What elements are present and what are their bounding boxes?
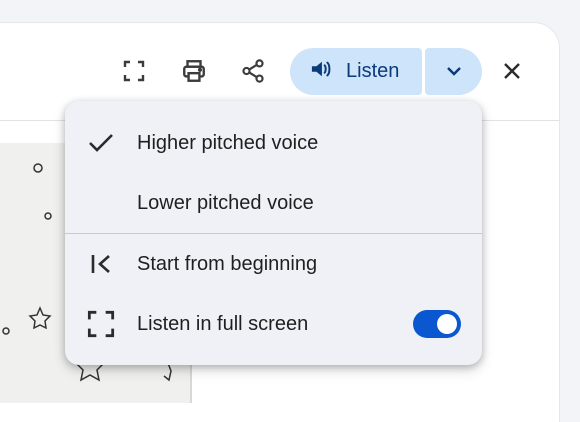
fullscreen-toggle[interactable] [413, 310, 461, 338]
check-icon [85, 127, 117, 159]
chevron-down-icon [446, 63, 462, 81]
skip-to-start-icon [85, 248, 117, 280]
listen-options-dropdown[interactable] [425, 48, 482, 95]
menu-item-lower-pitched-voice[interactable]: Lower pitched voice [65, 178, 482, 228]
menu-item-label: Listen in full screen [137, 312, 309, 335]
speaker-icon [310, 59, 332, 84]
print-icon[interactable] [176, 53, 212, 89]
fullscreen-icon [85, 308, 117, 340]
menu-item-start-from-beginning[interactable]: Start from beginning [65, 239, 482, 289]
menu-item-listen-in-full-screen[interactable]: Listen in full screen [65, 299, 482, 349]
listen-options-menu: Higher pitched voice Lower pitched voice… [65, 101, 482, 365]
close-icon[interactable] [494, 53, 530, 89]
share-icon[interactable] [235, 53, 271, 89]
menu-item-label: Start from beginning [137, 252, 318, 275]
menu-item-higher-pitched-voice[interactable]: Higher pitched voice [65, 118, 482, 168]
listen-button[interactable]: Listen [290, 48, 422, 95]
toggle-knob [437, 314, 457, 334]
fullscreen-icon[interactable] [116, 53, 152, 89]
menu-item-label: Higher pitched voice [137, 131, 319, 154]
listen-label: Listen [346, 60, 400, 82]
menu-divider [65, 233, 482, 234]
menu-item-label: Lower pitched voice [137, 191, 314, 214]
